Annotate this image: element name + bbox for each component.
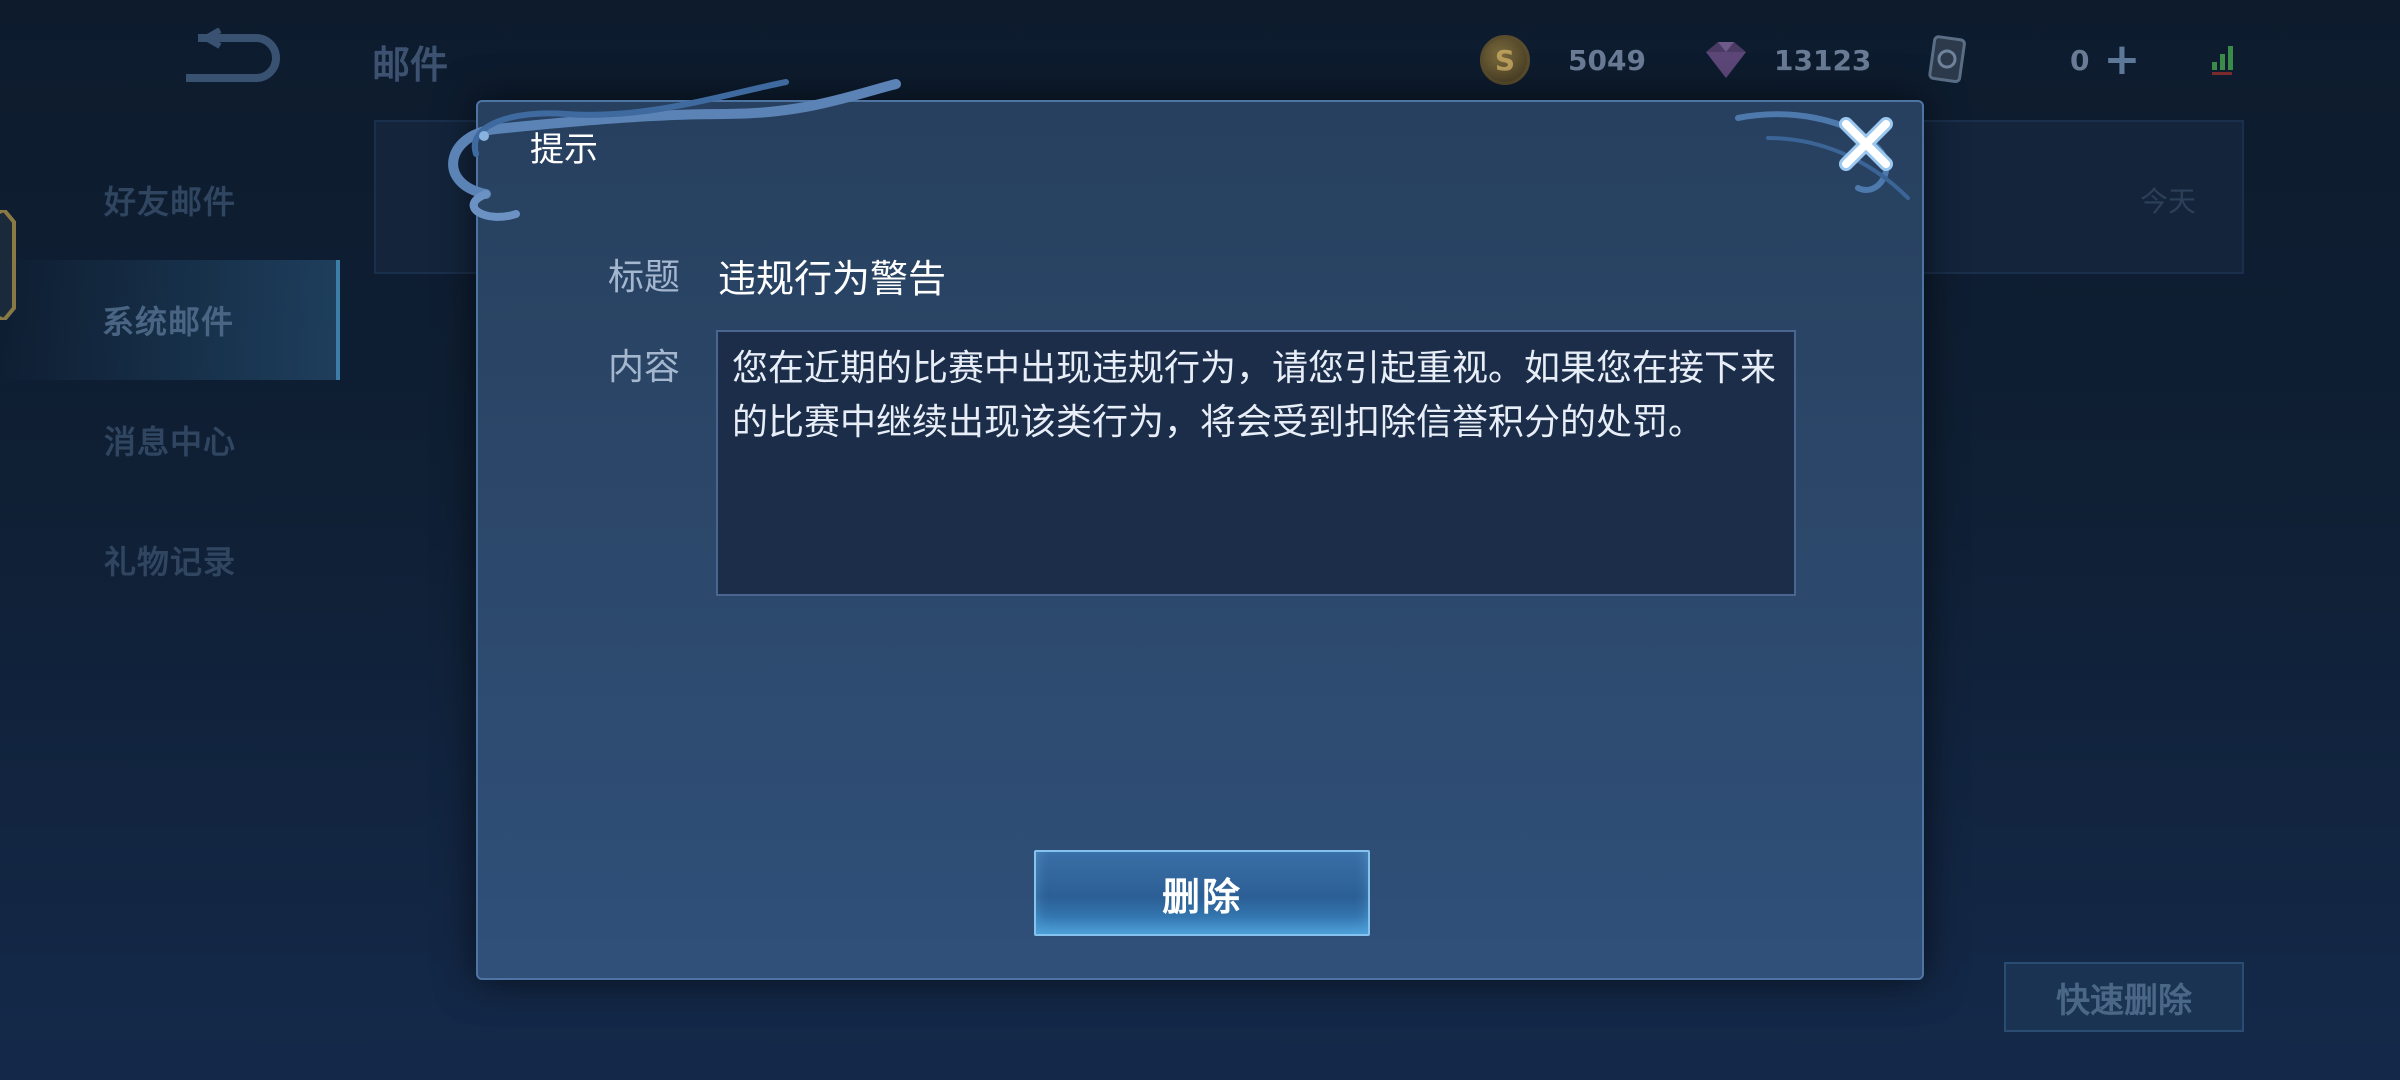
card-icon [1928, 35, 1966, 84]
gold-value: 5049 [1568, 43, 1646, 77]
delete-button-label: 删除 [1161, 874, 1242, 919]
mail-date: 今天 [2140, 185, 2197, 218]
sidebar-item-friend-mail[interactable]: 好友邮件 [0, 140, 340, 260]
gold-resource: S 5049 [1480, 30, 1646, 90]
alert-dialog: 提示 标题 违规行为警告 内容 您在近期的比赛中出现违规行为，请您引起重视。如果… [448, 79, 1924, 980]
gem-value: 13123 [1774, 43, 1872, 77]
sidebar-item-label: 礼物记录 [103, 543, 236, 581]
title-label: 标题 [608, 257, 681, 298]
delete-button[interactable]: 删除 [1034, 850, 1370, 936]
sidebar-item-system-mail[interactable]: 系统邮件 [0, 260, 340, 380]
card-resource: 0 + [1924, 30, 2140, 90]
close-icon[interactable] [1838, 116, 1894, 172]
sidebar-item-label: 系统邮件 [101, 303, 234, 341]
sidebar-item-label: 好友邮件 [103, 183, 236, 221]
signal-icon [2212, 46, 2233, 75]
gem-resource: 13123 [1700, 30, 1871, 90]
gem-icon [1706, 42, 1746, 78]
dialog-swirl-ornament [448, 79, 901, 221]
dialog-title: 提示 [530, 130, 598, 170]
mail-screen: 邮件 S 5049 13123 0 + 好友邮件 系统邮件 消息中心 礼物记录 … [0, 0, 2400, 1080]
quick-delete-button[interactable]: 快速删除 [2004, 962, 2244, 1032]
sidebar: 好友邮件 系统邮件 消息中心 礼物记录 [0, 140, 340, 620]
sidebar-item-label: 消息中心 [103, 423, 236, 461]
add-icon[interactable]: + [2103, 38, 2140, 82]
content-label: 内容 [608, 347, 681, 388]
back-arrow-icon[interactable] [176, 27, 280, 84]
card-value: 0 [2070, 43, 2090, 77]
gold-coin-icon: S [1480, 35, 1530, 85]
sidebar-item-message-center[interactable]: 消息中心 [0, 380, 340, 500]
mail-subject: 违规行为警告 [718, 257, 947, 301]
mail-content: 您在近期的比赛中出现违规行为，请您引起重视。如果您在接下来的比赛中继续出现该类行… [716, 330, 1796, 596]
sidebar-item-gift-records[interactable]: 礼物记录 [0, 500, 340, 620]
dialog-swirl-ornament [1735, 111, 1910, 200]
